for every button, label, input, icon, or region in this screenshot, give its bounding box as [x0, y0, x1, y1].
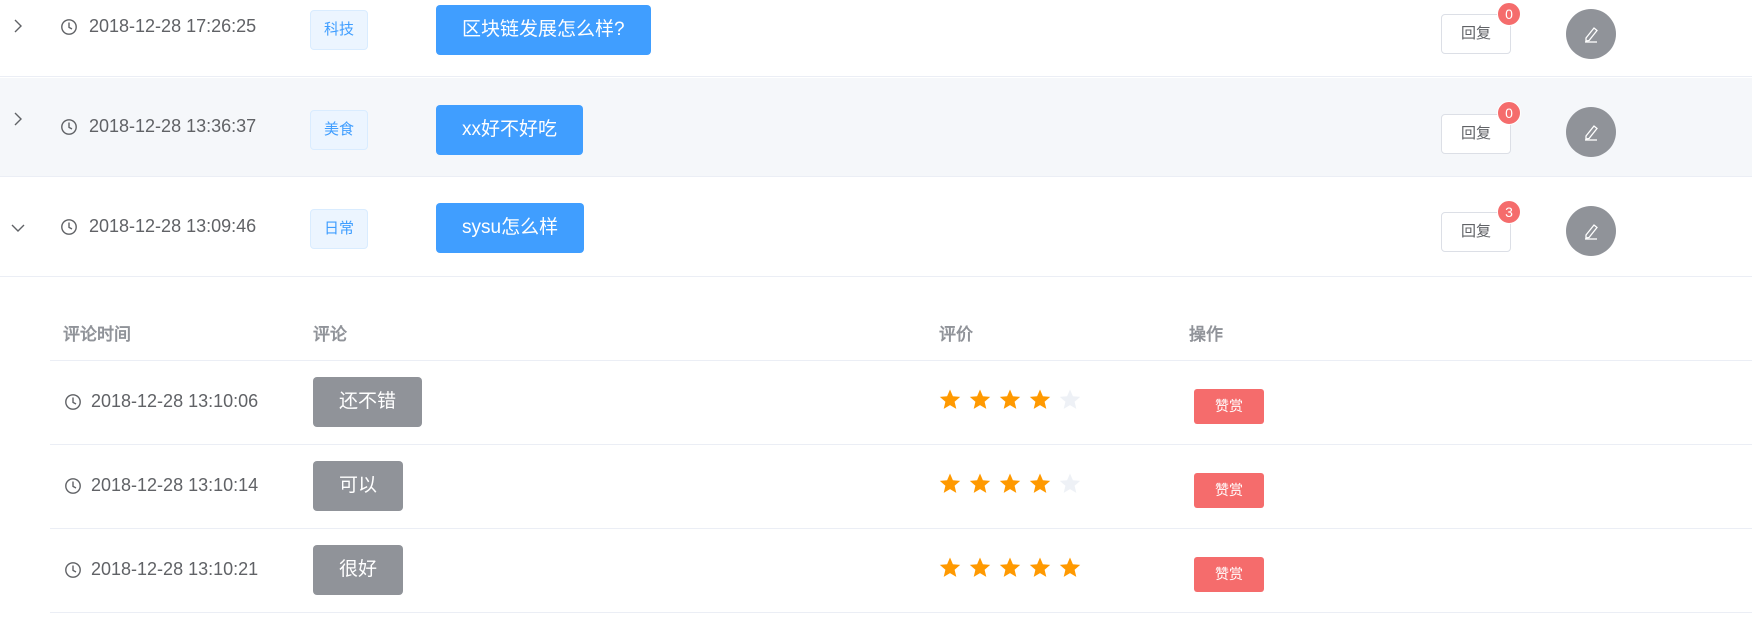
- star-filled-icon[interactable]: [998, 388, 1028, 414]
- question-time: 2018-12-28 13:36:37: [89, 116, 257, 136]
- reward-button[interactable]: 赞赏: [1194, 557, 1264, 592]
- chevron-right-icon[interactable]: [8, 109, 28, 129]
- star-filled-icon[interactable]: [968, 556, 998, 582]
- category-tag: 日常: [310, 209, 368, 249]
- question-row: 2018-12-28 13:09:46 日常 sysu怎么样 回复 3: [0, 178, 1752, 277]
- star-filled-icon[interactable]: [1028, 472, 1058, 498]
- clock-icon: [64, 477, 82, 495]
- question-time: 2018-12-28 13:09:46: [89, 216, 257, 236]
- star-filled-icon[interactable]: [938, 472, 968, 498]
- reply-count-badge: 0: [1497, 101, 1521, 125]
- star-rating[interactable]: [938, 472, 1088, 498]
- comments-table: 评论时间 评论 评价 操作 2018-12-28 13:10:06 还不错 赞赏…: [0, 277, 1752, 627]
- comment-text-button[interactable]: 可以: [313, 461, 404, 511]
- comment-time: 2018-12-28 13:10:06: [91, 391, 259, 411]
- comment-row: 2018-12-28 13:10:14 可以 赞赏: [50, 445, 1752, 529]
- column-header-rating: 评价: [939, 325, 973, 344]
- star-filled-icon[interactable]: [1028, 556, 1058, 582]
- question-title-button[interactable]: 区块链发展怎么样?: [436, 5, 651, 55]
- star-rating[interactable]: [938, 556, 1088, 582]
- star-filled-icon[interactable]: [1058, 556, 1088, 582]
- edit-button[interactable]: [1566, 206, 1616, 256]
- clock-icon: [60, 218, 78, 236]
- reward-button[interactable]: 赞赏: [1194, 389, 1264, 424]
- column-header-time: 评论时间: [63, 325, 131, 344]
- question-title-button[interactable]: sysu怎么样: [436, 203, 585, 253]
- column-header-comment: 评论: [313, 325, 347, 344]
- comment-time: 2018-12-28 13:10:14: [91, 475, 259, 495]
- star-filled-icon[interactable]: [968, 388, 998, 414]
- question-table: 2018-12-28 17:26:25 科技 区块链发展怎么样? 回复 0 20…: [0, 0, 1752, 627]
- star-filled-icon[interactable]: [968, 472, 998, 498]
- edit-icon: [1585, 27, 1598, 43]
- category-tag: 美食: [310, 110, 368, 150]
- column-header-action: 操作: [1189, 325, 1223, 344]
- clock-icon: [64, 561, 82, 579]
- comment-row: 2018-12-28 13:10:21 很好 赞赏: [50, 529, 1752, 613]
- star-filled-icon[interactable]: [938, 388, 968, 414]
- clock-icon: [64, 393, 82, 411]
- star-filled-icon[interactable]: [998, 472, 1028, 498]
- edit-button[interactable]: [1566, 107, 1616, 157]
- question-time: 2018-12-28 17:26:25: [89, 16, 257, 36]
- reply-count-badge: 0: [1497, 2, 1521, 26]
- category-tag: 科技: [310, 10, 368, 50]
- comments-table-header: 评论时间 评论 评价 操作: [50, 277, 1752, 361]
- star-empty-icon[interactable]: [1058, 472, 1088, 498]
- question-title-button[interactable]: xx好不好吃: [436, 105, 584, 155]
- question-row: 2018-12-28 17:26:25 科技 区块链发展怎么样? 回复 0: [0, 0, 1752, 77]
- comment-text-button[interactable]: 很好: [313, 545, 404, 595]
- clock-icon: [60, 18, 78, 36]
- question-row: 2018-12-28 13:36:37 美食 xx好不好吃 回复 0: [0, 78, 1752, 177]
- star-filled-icon[interactable]: [938, 556, 968, 582]
- comment-row: 2018-12-28 13:10:06 还不错 赞赏: [50, 361, 1752, 445]
- star-filled-icon[interactable]: [1028, 388, 1058, 414]
- star-rating[interactable]: [938, 388, 1088, 414]
- comment-text-button[interactable]: 还不错: [313, 377, 423, 427]
- star-empty-icon[interactable]: [1058, 388, 1088, 414]
- reward-button[interactable]: 赞赏: [1194, 473, 1264, 508]
- chevron-right-icon[interactable]: [8, 16, 28, 36]
- edit-button[interactable]: [1566, 9, 1616, 59]
- comment-time: 2018-12-28 13:10:21: [91, 559, 259, 579]
- star-filled-icon[interactable]: [998, 556, 1028, 582]
- edit-icon: [1585, 224, 1598, 240]
- chevron-down-icon[interactable]: [8, 218, 28, 238]
- edit-icon: [1585, 125, 1598, 141]
- clock-icon: [60, 118, 78, 136]
- reply-count-badge: 3: [1497, 200, 1521, 224]
